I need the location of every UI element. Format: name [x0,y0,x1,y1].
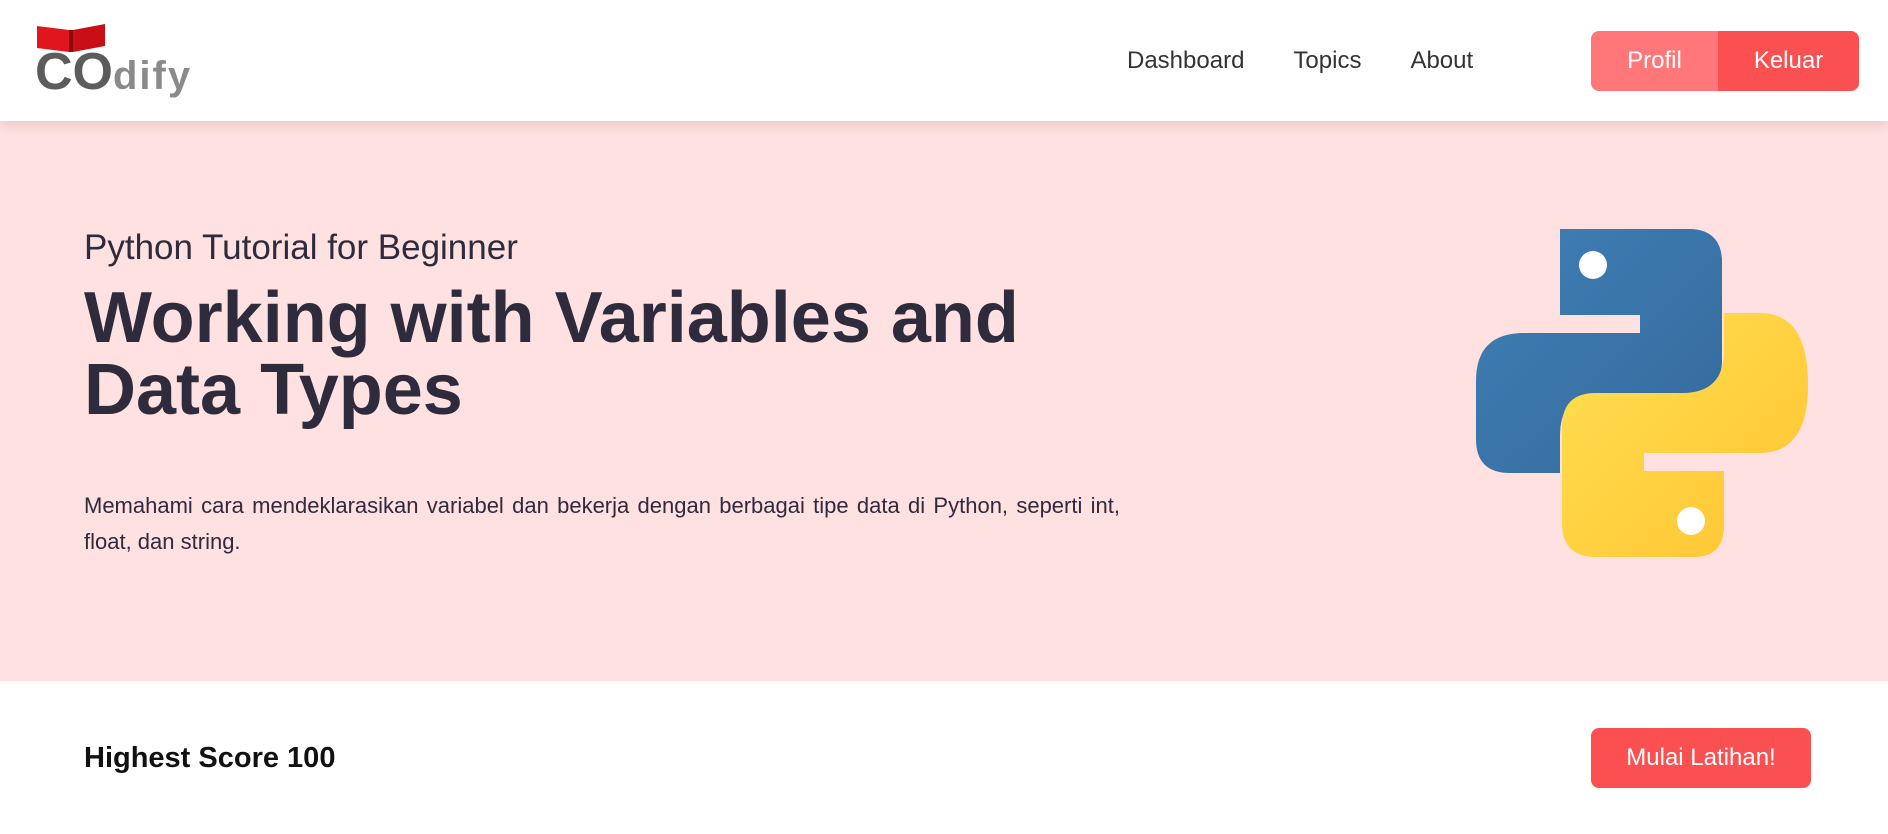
python-logo-icon [1476,229,1808,557]
mulai-latihan-button[interactable]: Mulai Latihan! [1591,728,1811,788]
hero-title: Working with Variables and Data Types [84,282,1084,426]
hero-title-line-1: Working with Variables and [84,278,1019,358]
logo-wordmark: COdify [35,43,193,101]
hero-description: Memahami cara mendeklarasikan variabel d… [84,493,1120,554]
profil-button[interactable]: Profil [1591,31,1718,91]
hero-section: Python Tutorial for Beginner Working wit… [0,121,1888,681]
keluar-button[interactable]: Keluar [1718,31,1859,91]
nav-topics-link[interactable]: Topics [1293,47,1361,75]
main-nav: Dashboard Topics About [1127,47,1522,75]
hero-title-line-2: Data Types [84,350,463,430]
score-section: Highest Score 100 Mulai Latihan! [0,681,1888,834]
account-button-group: Profil Keluar [1591,31,1859,91]
codify-logo[interactable]: COdify [35,24,195,100]
highest-score-text: Highest Score 100 [84,742,336,774]
nav-about-link[interactable]: About [1410,47,1473,75]
nav-dashboard-link[interactable]: Dashboard [1127,47,1244,75]
navbar: COdify Dashboard Topics About Profil Kel… [0,0,1888,121]
hero-subtitle: Python Tutorial for Beginner [84,228,518,267]
